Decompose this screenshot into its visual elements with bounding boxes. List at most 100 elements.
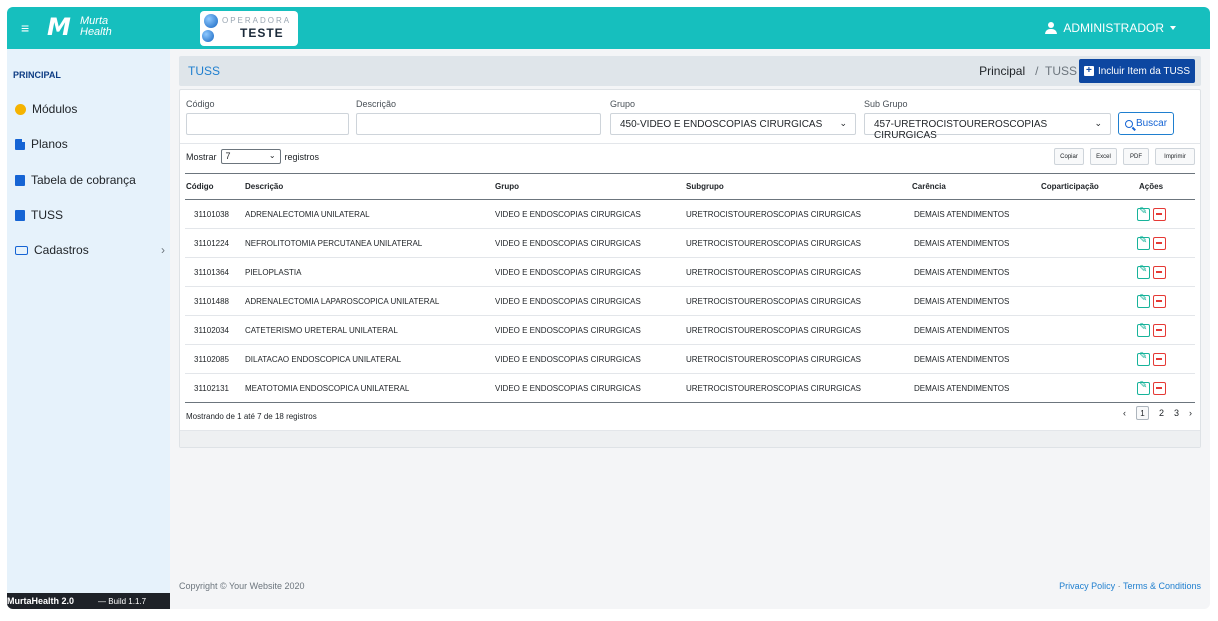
table-cell: CATETERISMO URETERAL UNILATERAL	[245, 325, 398, 335]
page-button-2[interactable]: 2	[1159, 408, 1164, 418]
delete-icon[interactable]	[1153, 265, 1166, 279]
sidebar-item-modulos[interactable]: Módulos	[15, 102, 165, 116]
edit-icon[interactable]	[1137, 235, 1150, 250]
pdf-button[interactable]: PDF	[1123, 148, 1149, 165]
privacy-policy-link[interactable]: Privacy Policy	[1059, 581, 1115, 591]
show-label: Mostrar	[186, 151, 217, 162]
table-cell	[1041, 287, 1133, 316]
table-cell: URETROCISTOUREROSCOPIAS CIRURGICAS	[686, 238, 861, 248]
delete-icon[interactable]	[1153, 236, 1166, 250]
divider	[180, 143, 1200, 144]
table-cell	[1041, 229, 1133, 258]
actions-cell	[1133, 345, 1195, 374]
sidebar-item-tuss[interactable]: TUSS	[15, 208, 165, 222]
column-header[interactable]: Carência	[912, 174, 1041, 200]
table-cell: URETROCISTOUREROSCOPIAS CIRURGICAS	[686, 325, 861, 335]
table-cell: PIELOPLASTIA	[245, 267, 302, 277]
subgrupo-select-value: 457-URETROCISTOUREROSCOPIAS CIRURGICAS	[874, 119, 1048, 141]
chevron-right-icon: ›	[161, 243, 165, 257]
terms-link[interactable]: Terms & Conditions	[1123, 581, 1201, 591]
sidebar-item-label: Módulos	[32, 102, 78, 116]
table-cell: DILATACAO ENDOSCOPICA UNILATERAL	[245, 354, 402, 364]
table-cell	[1041, 200, 1133, 229]
copy-button[interactable]: Copiar	[1054, 148, 1084, 165]
puzzle-icon	[15, 103, 26, 115]
page-length-select[interactable]: 7 ⌄	[220, 149, 281, 164]
page-button-1[interactable]: 1	[1135, 406, 1149, 420]
sidebar-item-cadastros[interactable]: Cadastros ›	[15, 243, 165, 257]
search-icon	[1124, 119, 1133, 128]
add-tuss-item-label: Incluir Item da TUSS	[1097, 65, 1191, 77]
print-button[interactable]: Imprimir	[1155, 148, 1195, 165]
table-cell: NEFROLITOTOMIA PERCUTANEA UNILATERAL	[245, 238, 423, 248]
edit-icon[interactable]	[1137, 293, 1150, 308]
column-header[interactable]: Subgrupo	[686, 174, 912, 200]
delete-icon[interactable]	[1153, 294, 1166, 308]
tuss-card: Código Descrição Grupo 450-VIDEO E ENDOS…	[179, 89, 1201, 448]
page-button-3[interactable]: 3	[1174, 408, 1179, 418]
edit-icon[interactable]	[1137, 351, 1150, 366]
edit-icon[interactable]	[1137, 206, 1150, 221]
column-header: Ações	[1139, 182, 1164, 191]
table-row: 31101224 NEFROLITOTOMIA PERCUTANEA UNILAT…	[185, 229, 1195, 258]
delete-icon[interactable]	[1153, 207, 1166, 221]
sidebar-item-planos[interactable]: Planos	[15, 137, 165, 151]
row-actions	[1133, 322, 1195, 337]
next-page-button[interactable]: ›	[1189, 408, 1192, 418]
app-version: MurtaHealth 2.0	[7, 596, 75, 606]
delete-icon[interactable]	[1153, 323, 1166, 337]
actions-cell	[1133, 229, 1195, 258]
sidebar-item-tabela-de-cobranca[interactable]: Tabela de cobrança	[15, 173, 165, 187]
document-icon	[15, 138, 25, 150]
grupo-select[interactable]: 450-VIDEO E ENDOSCOPIAS CIRURGICAS ⌄	[610, 113, 856, 135]
table-cell: VIDEO E ENDOSCOPIAS CIRURGICAS	[495, 238, 641, 248]
descricao-label: Descrição	[356, 99, 397, 109]
breadcrumb-current: TUSS	[1044, 64, 1077, 78]
actions-cell	[1133, 200, 1195, 229]
table-cell: VIDEO E ENDOSCOPIAS CIRURGICAS	[495, 209, 641, 219]
excel-button[interactable]: Excel	[1090, 148, 1117, 165]
table-cell: VIDEO E ENDOSCOPIAS CIRURGICAS	[495, 267, 641, 277]
edit-icon[interactable]	[1137, 322, 1150, 337]
operadora-logo: OPERADORA TESTE	[200, 11, 298, 46]
records-label: registros	[284, 151, 320, 162]
table-cell: DEMAIS ATENDIMENTOS	[914, 296, 1010, 306]
table-cell: DEMAIS ATENDIMENTOS	[914, 267, 1010, 277]
delete-icon[interactable]	[1153, 352, 1166, 366]
column-header[interactable]: Código	[185, 174, 245, 200]
table-row: 31101364 PIELOPLASTIA VIDEO E ENDOSCOPIAS …	[185, 258, 1195, 287]
user-menu[interactable]: ADMINISTRADOR	[1045, 21, 1176, 35]
column-header[interactable]: Coparticipação	[1041, 174, 1133, 200]
breadcrumb-home[interactable]: Principal	[979, 64, 1025, 78]
column-header[interactable]: Descrição	[245, 174, 495, 200]
book-icon	[15, 174, 25, 186]
delete-icon[interactable]	[1153, 381, 1166, 395]
edit-icon[interactable]	[1137, 264, 1150, 279]
table-cell: DEMAIS ATENDIMENTOS	[914, 238, 1010, 248]
column-header[interactable]: Grupo	[495, 174, 686, 200]
row-actions	[1133, 293, 1195, 308]
descricao-input[interactable]	[356, 113, 601, 135]
app-logo[interactable]: M Murta Health	[47, 14, 112, 40]
table-cell: 31101488	[194, 296, 229, 306]
sidebar-heading: PRINCIPAL	[13, 70, 61, 80]
actions-cell	[1133, 258, 1195, 287]
subgrupo-select[interactable]: 457-URETROCISTOUREROSCOPIAS CIRURGICAS ⌄	[864, 113, 1111, 141]
table-cell: VIDEO E ENDOSCOPIAS CIRURGICAS	[495, 354, 641, 364]
table-cell: 31102034	[194, 325, 229, 335]
operadora-name: TESTE	[240, 26, 284, 40]
actions-cell	[1133, 287, 1195, 316]
copyright-text: Copyright © Your Website 2020	[179, 581, 305, 591]
previous-page-button[interactable]: ‹	[1123, 408, 1126, 418]
edit-icon[interactable]	[1137, 380, 1150, 395]
search-button[interactable]: Buscar	[1118, 112, 1174, 135]
menu-toggle-icon[interactable]: ≡	[21, 20, 29, 36]
caret-down-icon	[1170, 26, 1176, 30]
sidebar: PRINCIPAL Módulos Planos Tabela de cobra…	[7, 49, 170, 609]
table-cell: DEMAIS ATENDIMENTOS	[914, 383, 1010, 393]
codigo-input[interactable]	[186, 113, 349, 135]
keyboard-icon	[15, 245, 28, 255]
add-tuss-item-button[interactable]: + Incluir Item da TUSS	[1079, 59, 1195, 83]
table-cell: DEMAIS ATENDIMENTOS	[914, 209, 1010, 219]
table-cell: MEATOTOMIA ENDOSCOPICA UNILATERAL	[245, 383, 410, 393]
